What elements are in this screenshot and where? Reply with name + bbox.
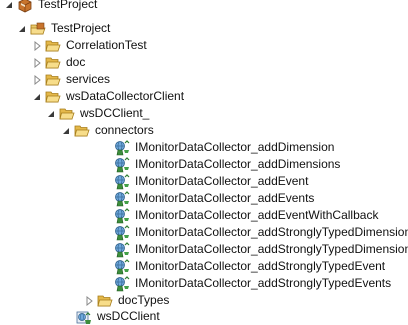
tree-node-label: connectors: [95, 123, 154, 137]
tree-node-label: IMonitorDataCollector_addEvent: [135, 174, 309, 188]
expanded-triangle-icon[interactable]: [61, 126, 71, 136]
tree-node-label: wsDCClient_: [80, 106, 150, 120]
tree-node-label: docTypes: [118, 293, 170, 307]
folder-icon: [45, 55, 61, 71]
expanded-triangle-icon[interactable]: [46, 109, 56, 119]
folder-icon: [45, 38, 61, 54]
tree-node-connectors[interactable]: connectors: [61, 122, 154, 139]
tree-node-label: doc: [66, 55, 86, 69]
tree-node-label: IMonitorDataCollector_addStronglyTypedDi…: [135, 225, 408, 239]
folder-icon: [45, 72, 61, 88]
web-service-connector-icon: [114, 275, 130, 292]
tree-node-label: IMonitorDataCollector_addStronglyTypedDi…: [135, 242, 408, 256]
web-service-descriptor-icon: [76, 309, 92, 325]
web-service-connector-icon: [114, 156, 130, 173]
tree-node-label: wsDCClient: [97, 309, 160, 323]
web-service-connector-icon: [114, 207, 130, 224]
folder-icon: [97, 293, 113, 309]
tree-node-root-testproject[interactable]: TestProject: [4, 0, 97, 13]
tree-node-connector[interactable]: IMonitorDataCollector_addDimensions: [114, 156, 340, 173]
tree-node-connector[interactable]: IMonitorDataCollector_addStronglyTypedEv…: [114, 275, 391, 292]
web-service-connector-icon: [114, 190, 130, 207]
tree-node-label: IMonitorDataCollector_addEventWithCallba…: [135, 208, 379, 222]
tree-node-connector[interactable]: IMonitorDataCollector_addDimension: [114, 139, 334, 156]
web-service-connector-icon: [114, 258, 130, 275]
tree-node-connector[interactable]: IMonitorDataCollector_addEvent: [114, 173, 308, 190]
tree-node-connector[interactable]: IMonitorDataCollector_addStronglyTypedDi…: [114, 241, 408, 258]
tree-node-correlationtest[interactable]: CorrelationTest: [32, 37, 147, 54]
tree-node-connector[interactable]: IMonitorDataCollector_addEventWithCallba…: [114, 207, 378, 224]
tree-node-label: TestProject: [38, 0, 98, 11]
project-tree: TestProject TestProject CorrelationTest: [0, 0, 408, 324]
folder-icon: [45, 89, 61, 105]
tree-node-wsdcclient-folder[interactable]: wsDCClient_: [46, 105, 149, 122]
package-folder-icon: [30, 21, 46, 37]
collapsed-triangle-icon[interactable]: [32, 57, 42, 68]
tree-node-label: IMonitorDataCollector_addDimensions: [135, 157, 341, 171]
tree-node-services[interactable]: services: [32, 71, 110, 88]
web-service-connector-icon: [114, 173, 130, 190]
tree-node-connector[interactable]: IMonitorDataCollector_addEvents: [114, 190, 314, 207]
project-box-icon: [17, 0, 33, 13]
tree-node-doc[interactable]: doc: [32, 54, 85, 71]
collapsed-triangle-icon[interactable]: [32, 74, 42, 85]
tree-node-wsdatacollectorclient[interactable]: wsDataCollectorClient: [32, 88, 184, 105]
tree-node-label: IMonitorDataCollector_addDimension: [135, 140, 335, 154]
tree-node-label: IMonitorDataCollector_addEvents: [135, 191, 315, 205]
web-service-connector-icon: [114, 224, 130, 241]
collapsed-triangle-icon[interactable]: [32, 40, 42, 51]
tree-node-label: wsDataCollectorClient: [66, 89, 185, 103]
expanded-triangle-icon[interactable]: [32, 92, 42, 102]
collapsed-triangle-icon[interactable]: [84, 295, 94, 306]
tree-node-label: IMonitorDataCollector_addStronglyTypedEv…: [135, 259, 386, 273]
tree-node-doctypes[interactable]: docTypes: [84, 292, 169, 309]
web-service-connector-icon: [114, 139, 130, 156]
folder-icon: [74, 123, 90, 139]
tree-node-connector[interactable]: IMonitorDataCollector_addStronglyTypedDi…: [114, 224, 408, 241]
web-service-connector-icon: [114, 241, 130, 258]
tree-node-label: TestProject: [51, 21, 111, 35]
tree-node-label: services: [66, 72, 111, 86]
tree-node-testproject[interactable]: TestProject: [17, 20, 110, 37]
tree-node-label: IMonitorDataCollector_addStronglyTypedEv…: [135, 276, 392, 290]
folder-icon: [59, 106, 75, 122]
tree-node-connector[interactable]: IMonitorDataCollector_addStronglyTypedEv…: [114, 258, 385, 275]
tree-node-wsdcclient[interactable]: wsDCClient: [76, 308, 160, 325]
expanded-triangle-icon[interactable]: [17, 24, 27, 34]
expanded-triangle-icon[interactable]: [4, 0, 14, 10]
tree-node-label: CorrelationTest: [66, 38, 147, 52]
